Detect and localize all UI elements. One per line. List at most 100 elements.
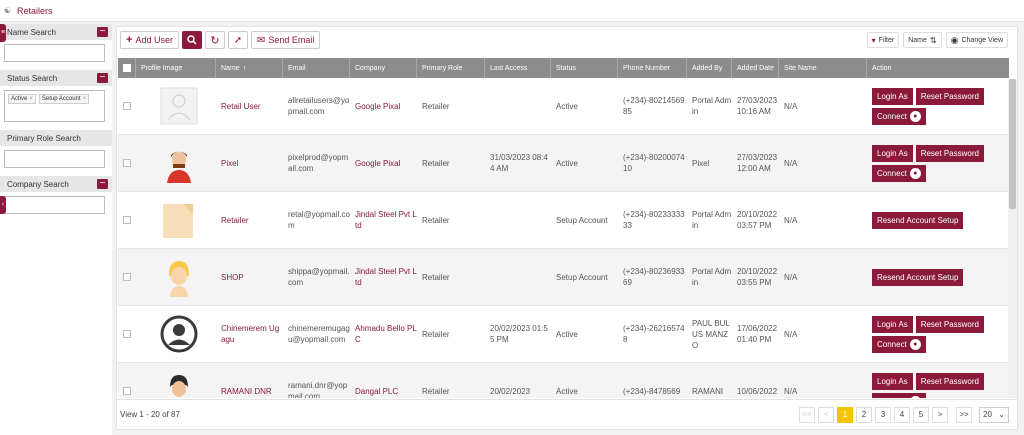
column-header[interactable]: Added By [687, 58, 732, 78]
action-cell: Login AsReset Password Connect● [867, 135, 999, 191]
refresh-button[interactable]: ↻ [204, 31, 225, 49]
company-cell[interactable]: Google Pixal [350, 135, 417, 191]
column-header[interactable]: Status [551, 58, 618, 78]
connect-button[interactable]: Connect● [872, 164, 926, 182]
connect-button[interactable]: Connect● [872, 107, 926, 125]
chat-icon: ● [909, 110, 921, 122]
page-button[interactable]: 1 [837, 406, 853, 423]
remove-tag-icon[interactable]: × [29, 96, 33, 102]
table-row[interactable]: SHOP shippa@yopmail.com Jindal Steel Pvt L… [118, 249, 1009, 306]
company-cell[interactable]: Jindal Steel Pvt Ltd [350, 192, 417, 248]
action-cell: Login AsReset Password Connect● [867, 363, 999, 398]
row-select-cell [118, 135, 136, 191]
name-cell[interactable]: Pixel [216, 135, 283, 191]
status-cell: Active [556, 101, 578, 111]
last-page-button[interactable]: >> [956, 406, 972, 423]
column-header[interactable]: Profile Image [136, 58, 216, 78]
reset-password-button[interactable]: Reset Password [915, 87, 984, 105]
row-checkbox[interactable] [123, 330, 131, 338]
login-as-button[interactable]: Login As [872, 144, 913, 162]
scrollbar-thumb[interactable] [1009, 79, 1016, 209]
next-page-button[interactable]: > [932, 406, 948, 423]
column-header[interactable]: Company [350, 58, 417, 78]
column-header[interactable]: Phone Number [618, 58, 687, 78]
sidebar-toggle-icon[interactable]: ≡ [0, 24, 6, 42]
connect-button[interactable]: Connect● [872, 335, 926, 353]
column-header[interactable]: Name ↑ [216, 58, 283, 78]
status-tag[interactable]: Active × [8, 94, 36, 104]
avatar [159, 314, 199, 354]
remove-tag-icon[interactable]: × [83, 96, 87, 102]
filter-button[interactable]: ▾ Filter [866, 32, 900, 48]
login-as-button[interactable]: Login As [872, 372, 913, 390]
row-checkbox[interactable] [123, 273, 131, 281]
company-cell[interactable]: Jindal Steel Pvt Ltd [350, 249, 417, 305]
connect-button[interactable]: Connect● [872, 392, 926, 398]
name-cell[interactable]: SHOP [216, 249, 283, 305]
page-button[interactable]: 3 [875, 406, 891, 423]
vertical-scrollbar[interactable] [1008, 79, 1017, 398]
status-tag[interactable]: Setup Account × [38, 94, 90, 104]
company-cell[interactable]: Google Pixal [350, 78, 417, 134]
send-email-button[interactable]: ✉ Send Email [250, 31, 321, 49]
row-checkbox[interactable] [123, 159, 131, 167]
collapse-button[interactable]: − [97, 179, 108, 189]
row-checkbox[interactable] [123, 102, 131, 110]
add-user-button[interactable]: + Add User [120, 31, 179, 49]
resend-account-setup-button[interactable]: Resend Account Setup [872, 211, 964, 229]
name-cell[interactable]: Chinemerem Ugagu [216, 306, 283, 362]
avatar [159, 257, 199, 297]
name-cell[interactable]: Retail User [216, 78, 283, 134]
page-size-select[interactable]: 20 ⌄ [979, 406, 1009, 423]
column-header[interactable]: Action [867, 58, 999, 78]
reset-password-button[interactable]: Reset Password [915, 372, 984, 390]
table-row[interactable]: Retail User allretailusers@yopmail.com Goo… [118, 78, 1009, 135]
resend-account-setup-button[interactable]: Resend Account Setup [872, 268, 964, 286]
first-page-button[interactable]: << [799, 406, 815, 423]
name-cell[interactable]: RAMANI DNR [216, 363, 283, 398]
export-icon: ➚ [233, 34, 243, 46]
company-cell[interactable]: Dangal PLC [350, 363, 417, 398]
action-cell: Resend Account Setup [867, 192, 999, 248]
table-header: Profile Image Name ↑ Email Company Primar… [118, 58, 1009, 78]
column-header[interactable]: Last Access [485, 58, 551, 78]
collapse-sidebar-icon[interactable]: ‹ [0, 196, 6, 214]
collapse-button[interactable]: − [97, 27, 108, 37]
column-header[interactable]: Primary Role [417, 58, 485, 78]
table-row[interactable]: RAMANI DNR ramani.dnr@yopmail.com Dangal P… [118, 363, 1009, 398]
name-search-input[interactable] [4, 44, 105, 62]
breadcrumb[interactable]: Retailers [17, 6, 53, 16]
export-button[interactable]: ➚ [227, 31, 248, 49]
page-button[interactable]: 2 [856, 406, 872, 423]
last-access-cell [485, 192, 551, 248]
prev-page-button[interactable]: < [818, 406, 834, 423]
collapse-button[interactable]: − [97, 73, 108, 83]
table-row[interactable]: Retailer retal@yopmail.com Jindal Steel Pv… [118, 192, 1009, 249]
company-cell[interactable]: Ahmadu Bello PLC [350, 306, 417, 362]
row-checkbox[interactable] [123, 387, 131, 395]
change-view-button[interactable]: ◉ Change View [945, 32, 1008, 48]
table-row[interactable]: Chinemerem Ugagu chinemeremugagu@yopmail.… [118, 306, 1009, 363]
column-header[interactable]: Site Name [779, 58, 867, 78]
page-button[interactable]: 4 [894, 406, 910, 423]
name-cell[interactable]: Retailer [216, 192, 283, 248]
page-button[interactable]: 5 [913, 406, 929, 423]
table-row[interactable]: Pixel pixelprod@yopmail.com Google Pixal Re… [118, 135, 1009, 192]
action-cell: Login AsReset Password Connect● [867, 306, 999, 362]
status-cell: Active [556, 158, 578, 168]
row-checkbox[interactable] [123, 216, 131, 224]
reset-password-button[interactable]: Reset Password [915, 315, 984, 333]
login-as-button[interactable]: Login As [872, 315, 913, 333]
primary-role-search-input[interactable] [4, 150, 105, 168]
column-header[interactable]: Email [283, 58, 350, 78]
column-header[interactable]: Added Date [732, 58, 779, 78]
sort-icon: ⇅ [929, 35, 937, 45]
company-search-input[interactable] [4, 196, 105, 214]
reset-password-button[interactable]: Reset Password [915, 144, 984, 162]
sort-button[interactable]: Name ⇅ [903, 32, 942, 48]
select-all-checkbox[interactable] [123, 64, 131, 72]
table-body: Retail User allretailusers@yopmail.com Goo… [118, 78, 1009, 398]
search-button[interactable] [181, 31, 202, 49]
status-search-input[interactable]: Active × Setup Account × [4, 90, 105, 122]
login-as-button[interactable]: Login As [872, 87, 913, 105]
